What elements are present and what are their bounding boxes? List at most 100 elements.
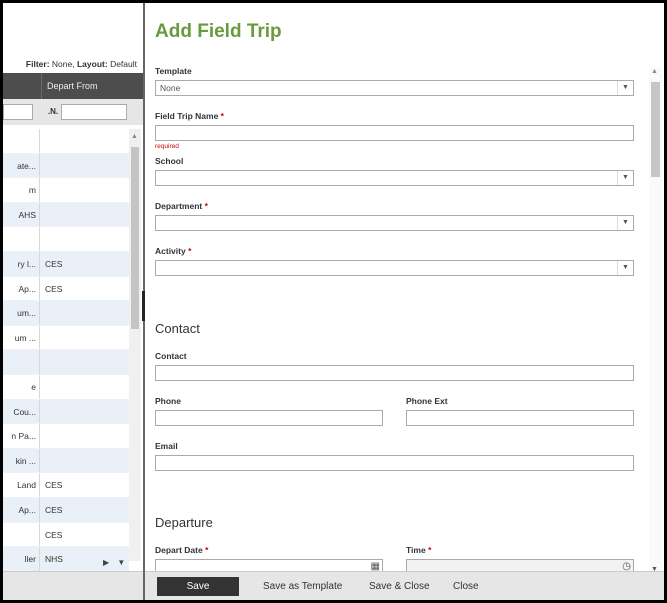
table-cell-name: ry l... bbox=[3, 251, 40, 276]
table-cell-name: ate... bbox=[3, 153, 40, 178]
phone-ext-label: Phone Ext bbox=[406, 396, 448, 406]
table-row[interactable]: Cou... bbox=[3, 399, 129, 425]
time-label: Time * bbox=[406, 545, 432, 555]
contact-label: Contact bbox=[155, 351, 187, 361]
field-trip-name-label: Field Trip Name * bbox=[155, 111, 224, 121]
scroll-up-icon[interactable]: ▲ bbox=[651, 68, 658, 75]
table-cell-depart-from: CES bbox=[45, 258, 63, 269]
template-select[interactable]: None ▼ bbox=[155, 80, 634, 96]
grid-rows: ate... m AHS ry l... CES Ap... CES um... um ... e… bbox=[3, 129, 129, 572]
layout-value[interactable]: Default bbox=[110, 59, 137, 69]
field-trip-name-input[interactable] bbox=[155, 125, 634, 141]
field-trip-grid: Filter: None, Layout: Default Depart Fro… bbox=[3, 3, 143, 600]
department-label: Department * bbox=[155, 201, 208, 211]
page-title: Add Field Trip bbox=[155, 21, 282, 42]
table-row[interactable]: Ap... CES bbox=[3, 497, 129, 523]
table-row[interactable]: CES bbox=[3, 522, 129, 548]
table-cell-name: Ap... bbox=[3, 276, 40, 301]
table-cell-name: um... bbox=[3, 301, 40, 325]
scrollbar-thumb[interactable] bbox=[651, 82, 660, 177]
table-cell-name bbox=[3, 522, 40, 547]
table-row[interactable]: kin ... bbox=[3, 448, 129, 474]
table-cell-depart-from: CES bbox=[45, 529, 63, 540]
table-cell-name: kin ... bbox=[3, 448, 40, 473]
table-cell-name: Land bbox=[3, 473, 40, 497]
chevron-down-icon[interactable]: ▼ bbox=[617, 216, 633, 230]
table-row[interactable]: um ... bbox=[3, 325, 129, 351]
table-cell-name bbox=[3, 129, 40, 153]
scroll-right-icon[interactable]: ▶ bbox=[103, 558, 109, 567]
table-cell-name: e bbox=[3, 374, 40, 399]
template-label: Template bbox=[155, 66, 192, 76]
table-cell-name: AHS bbox=[3, 202, 40, 227]
departure-section-heading: Departure bbox=[155, 515, 213, 530]
chevron-down-icon[interactable]: ▼ bbox=[617, 81, 633, 95]
table-row[interactable]: n Pa... bbox=[3, 424, 129, 449]
grid-footer bbox=[3, 571, 143, 600]
scroll-up-icon[interactable]: ▲ bbox=[131, 133, 138, 140]
template-value: None bbox=[160, 83, 181, 93]
form-vertical-scrollbar[interactable]: ▲ ▼ bbox=[649, 68, 662, 573]
save-button[interactable]: Save bbox=[157, 577, 239, 596]
table-cell-name: Ap... bbox=[3, 497, 40, 522]
table-row[interactable]: ate... bbox=[3, 153, 129, 179]
phone-ext-input[interactable] bbox=[406, 410, 634, 426]
table-row[interactable] bbox=[3, 129, 129, 154]
table-cell-name: m bbox=[3, 178, 40, 202]
chevron-down-icon[interactable]: ▼ bbox=[617, 171, 633, 185]
table-row[interactable] bbox=[3, 227, 129, 252]
table-cell-name: um ... bbox=[3, 325, 40, 350]
grid-vertical-scrollbar[interactable]: ▲ bbox=[129, 129, 141, 561]
table-row[interactable]: e bbox=[3, 374, 129, 400]
table-row[interactable] bbox=[3, 350, 129, 375]
table-row[interactable]: m bbox=[3, 178, 129, 203]
table-cell-depart-from: CES bbox=[45, 283, 63, 294]
table-cell-name: ller bbox=[3, 547, 40, 571]
filter-operator-button[interactable]: .N. bbox=[45, 104, 61, 120]
table-cell-depart-from: CES bbox=[45, 480, 63, 491]
window: Filter: None, Layout: Default Depart Fro… bbox=[3, 3, 664, 600]
required-hint: required bbox=[155, 143, 179, 150]
contact-input[interactable] bbox=[155, 365, 634, 381]
table-cell-name: Cou... bbox=[3, 399, 40, 424]
filter-bar: Filter: None, Layout: Default bbox=[25, 59, 137, 69]
save-close-button[interactable]: Save & Close bbox=[369, 577, 430, 596]
phone-input[interactable] bbox=[155, 410, 383, 426]
action-bar: Save Save as Template Save & Close Close bbox=[145, 571, 664, 600]
scroll-down-icon[interactable]: ▼ bbox=[117, 558, 125, 567]
table-row[interactable]: Land CES bbox=[3, 473, 129, 498]
column-filter-input[interactable] bbox=[3, 104, 33, 120]
depart-date-label: Depart Date * bbox=[155, 545, 209, 555]
table-row[interactable]: Ap... CES bbox=[3, 276, 129, 302]
table-row[interactable]: um... bbox=[3, 301, 129, 326]
contact-section-heading: Contact bbox=[155, 321, 200, 336]
depart-from-filter-input[interactable] bbox=[61, 104, 127, 120]
table-cell-depart-from: NHS bbox=[45, 554, 63, 565]
chevron-down-icon[interactable]: ▼ bbox=[617, 261, 633, 275]
scrollbar-thumb[interactable] bbox=[131, 147, 139, 329]
close-button[interactable]: Close bbox=[453, 577, 479, 596]
grid-header: Depart From bbox=[3, 73, 143, 99]
table-cell-depart-from: CES bbox=[45, 504, 63, 515]
school-label: School bbox=[155, 156, 184, 166]
save-as-template-button[interactable]: Save as Template bbox=[263, 577, 342, 596]
department-select[interactable]: ▼ bbox=[155, 215, 634, 231]
phone-label: Phone bbox=[155, 396, 181, 406]
activity-select[interactable]: ▼ bbox=[155, 260, 634, 276]
activity-label: Activity * bbox=[155, 246, 192, 256]
layout-label: Layout: bbox=[76, 59, 108, 69]
email-label: Email bbox=[155, 441, 178, 451]
grid-filter-row: .N. bbox=[3, 99, 143, 125]
filter-value[interactable]: None bbox=[52, 59, 72, 69]
school-select[interactable]: ▼ bbox=[155, 170, 634, 186]
table-cell-name bbox=[3, 350, 40, 374]
grid-horizontal-scroll: ▶ ▼ bbox=[103, 558, 131, 567]
table-cell-name: n Pa... bbox=[3, 424, 40, 448]
table-cell-name bbox=[3, 227, 40, 251]
add-field-trip-panel: Add Field Trip Template None ▼ Field Tri… bbox=[145, 3, 664, 600]
email-input[interactable] bbox=[155, 455, 634, 471]
filter-label: Filter: bbox=[25, 59, 50, 69]
table-row[interactable]: ry l... CES bbox=[3, 251, 129, 277]
table-row[interactable]: AHS bbox=[3, 202, 129, 228]
column-header-depart-from[interactable]: Depart From bbox=[41, 73, 143, 99]
